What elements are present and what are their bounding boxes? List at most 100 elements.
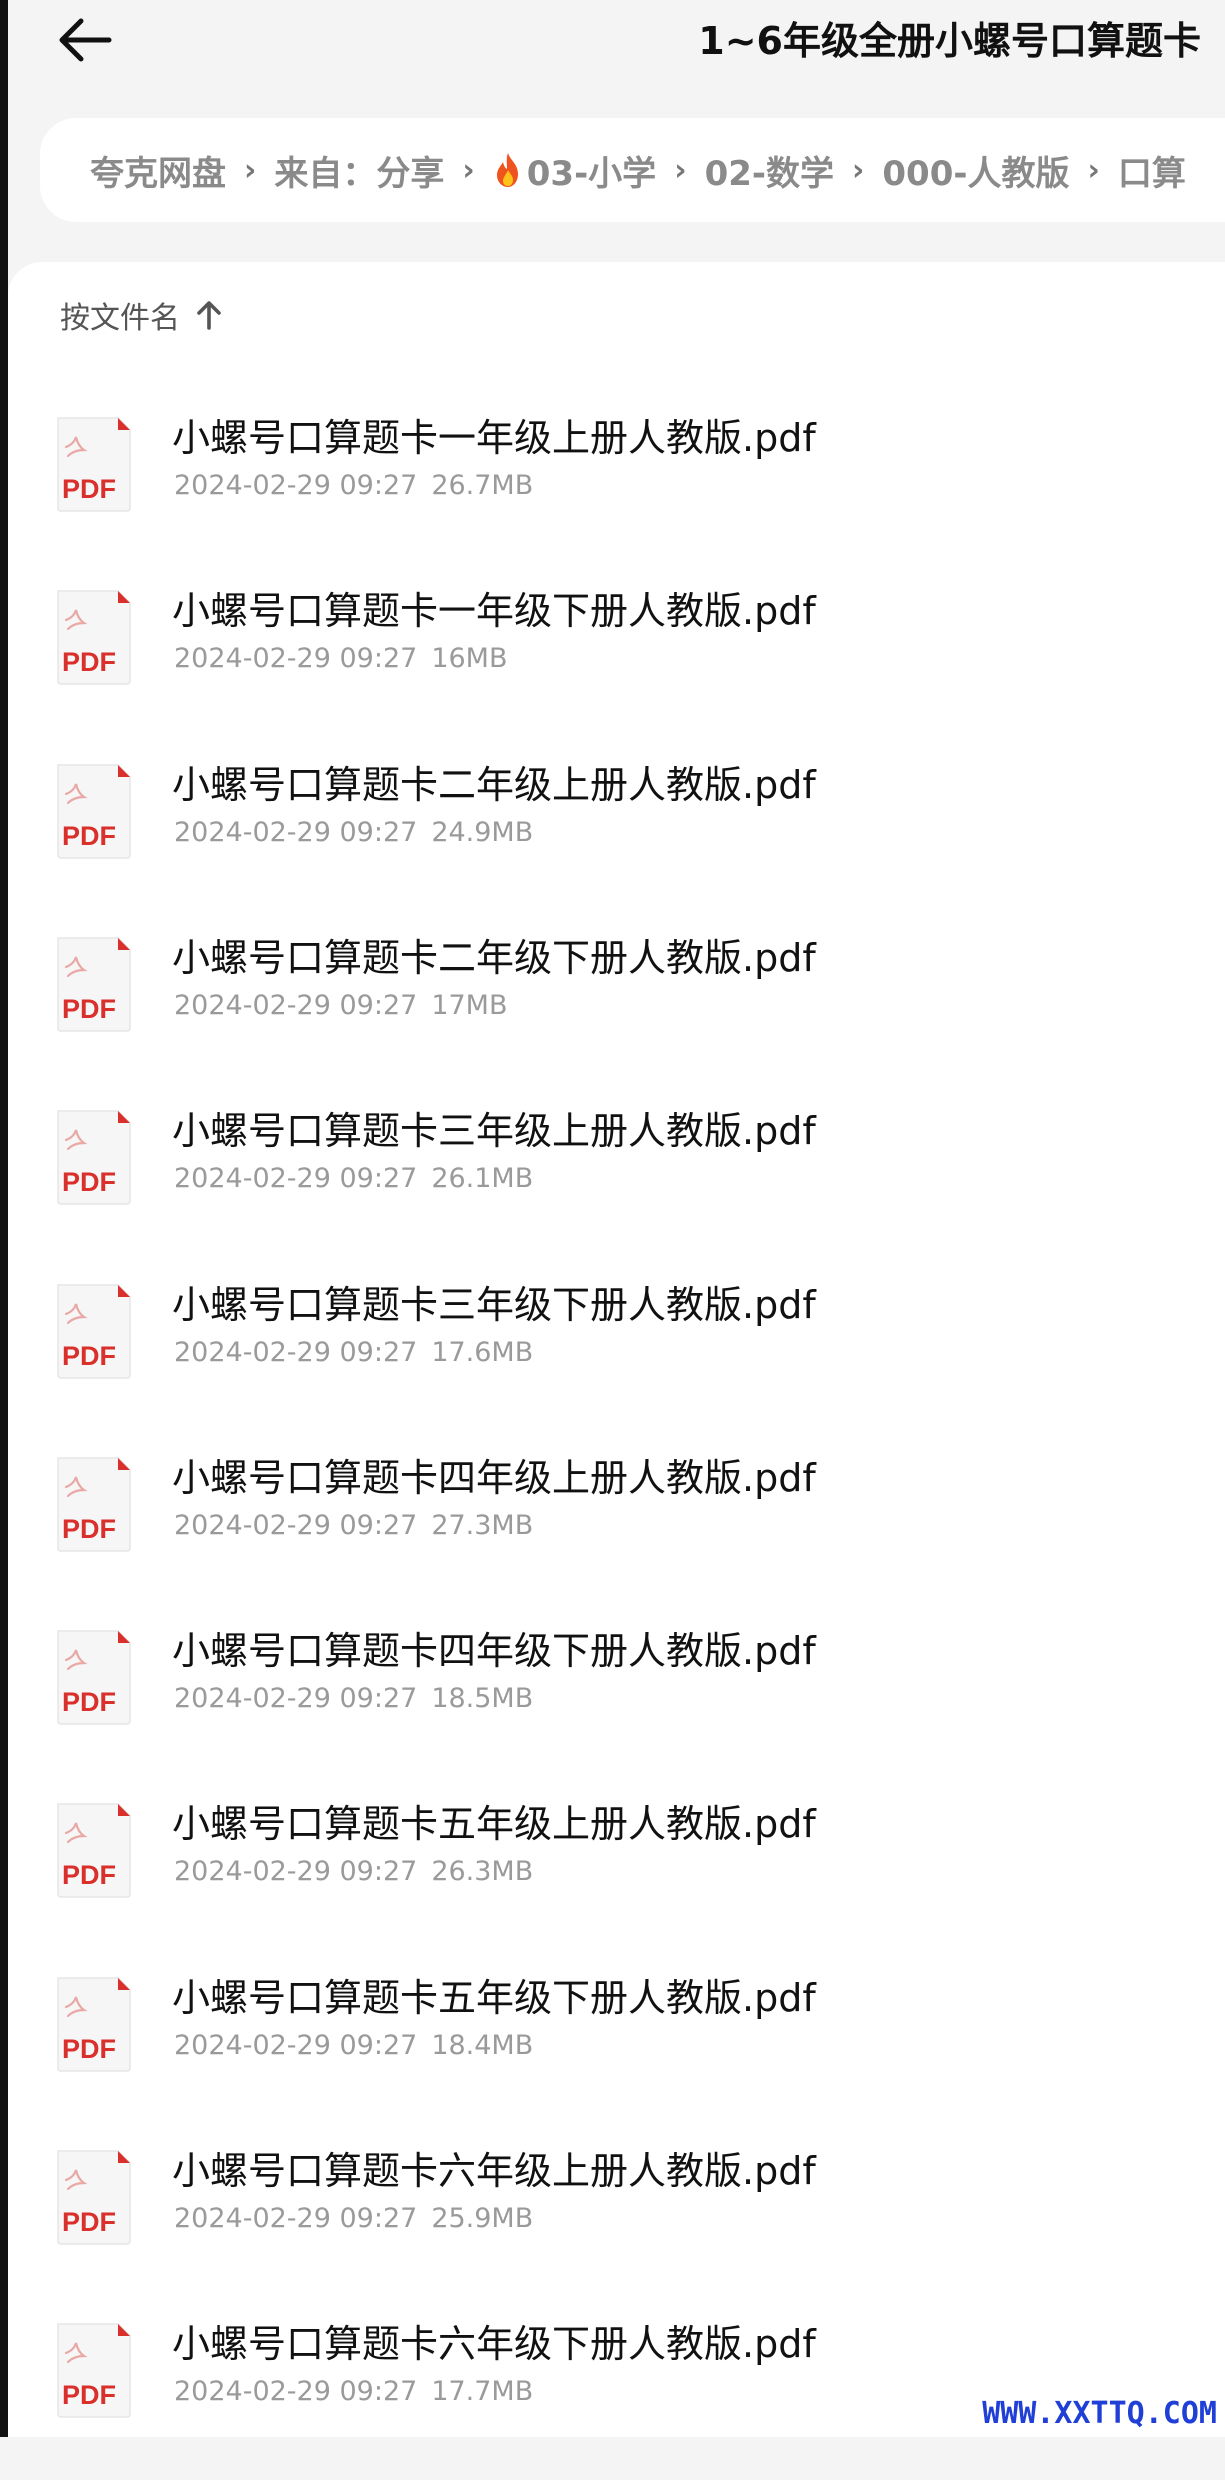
breadcrumb-item[interactable]: 口算	[1118, 146, 1186, 195]
file-size: 24.9MB	[431, 817, 534, 848]
file-name: 小螺号口算题卡五年级上册人教版.pdf	[172, 1802, 816, 1846]
file-date: 2024-02-29 09:27	[174, 1856, 418, 1887]
breadcrumb-label: 03-小学	[526, 153, 657, 194]
file-row[interactable]: PDF 小螺号口算题卡一年级上册人教版.pdf 2024-02-29 09:27 26…	[8, 414, 1225, 574]
file-name: 小螺号口算题卡一年级上册人教版.pdf	[172, 416, 816, 460]
breadcrumb-item[interactable]: 03-小学	[493, 146, 656, 195]
file-date: 2024-02-29 09:27	[174, 817, 418, 848]
pdf-file-icon: PDF	[52, 587, 136, 687]
file-date: 2024-02-29 09:27	[174, 1337, 418, 1368]
file-row[interactable]: PDF 小螺号口算题卡四年级上册人教版.pdf 2024-02-29 09:27 27…	[8, 1454, 1225, 1614]
breadcrumb-label: 000-人教版	[882, 153, 1070, 194]
breadcrumb-separator: ›	[1087, 152, 1100, 188]
pdf-file-icon: PDF	[52, 1107, 136, 1207]
file-row[interactable]: PDF 小螺号口算题卡一年级下册人教版.pdf 2024-02-29 09:27 16…	[8, 587, 1225, 747]
breadcrumb-separator: ›	[462, 152, 475, 188]
file-size: 17MB	[431, 990, 508, 1021]
breadcrumb-item[interactable]: 02-数学	[705, 146, 834, 195]
file-meta: 2024-02-29 09:27 27.3MB	[174, 1508, 533, 1544]
breadcrumb-label: 夸克网盘	[90, 153, 226, 194]
breadcrumb-item[interactable]: 来自：分享	[274, 146, 444, 195]
file-row[interactable]: PDF 小螺号口算题卡五年级下册人教版.pdf 2024-02-29 09:27 18…	[8, 1974, 1225, 2134]
file-row[interactable]: PDF 小螺号口算题卡五年级上册人教版.pdf 2024-02-29 09:27 26…	[8, 1800, 1225, 1960]
file-row[interactable]: PDF 小螺号口算题卡二年级下册人教版.pdf 2024-02-29 09:27 17…	[8, 934, 1225, 1094]
file-date: 2024-02-29 09:27	[174, 1683, 418, 1714]
pdf-label: PDF	[62, 647, 116, 677]
watermark: WWW.XXTTQ.COM	[982, 2396, 1217, 2431]
file-size: 16MB	[431, 643, 508, 674]
back-button[interactable]	[50, 8, 120, 72]
file-meta: 2024-02-29 09:27 18.4MB	[174, 2028, 533, 2064]
file-size: 27.3MB	[431, 1510, 534, 1541]
pdf-label: PDF	[62, 2380, 116, 2410]
file-meta: 2024-02-29 09:27 17.6MB	[174, 1335, 533, 1371]
pdf-label: PDF	[62, 1860, 116, 1890]
pdf-file-icon: PDF	[52, 1627, 136, 1727]
file-row[interactable]: PDF 小螺号口算题卡四年级下册人教版.pdf 2024-02-29 09:27 18…	[8, 1627, 1225, 1787]
arrow-up-icon	[197, 301, 221, 330]
breadcrumb-item[interactable]: 000-人教版	[882, 146, 1069, 195]
pdf-file-icon: PDF	[52, 934, 136, 1034]
file-name: 小螺号口算题卡二年级下册人教版.pdf	[172, 936, 816, 980]
file-meta: 2024-02-29 09:27 17MB	[174, 988, 508, 1024]
breadcrumb-label: 口算	[1117, 153, 1186, 194]
file-name: 小螺号口算题卡一年级下册人教版.pdf	[172, 589, 816, 633]
file-date: 2024-02-29 09:27	[174, 1163, 418, 1194]
file-meta: 2024-02-29 09:27 16MB	[174, 641, 508, 677]
file-meta: 2024-02-29 09:27 26.1MB	[174, 1161, 533, 1197]
screen-edge	[0, 0, 8, 2437]
file-name: 小螺号口算题卡三年级下册人教版.pdf	[172, 1283, 816, 1327]
top-bar: 1~6年级全册小螺号口算题卡	[8, 0, 1225, 110]
pdf-label: PDF	[62, 2034, 116, 2064]
sort-by-name-button[interactable]: 按文件名	[60, 290, 222, 340]
pdf-file-icon: PDF	[52, 761, 136, 861]
file-row[interactable]: PDF 小螺号口算题卡六年级上册人教版.pdf 2024-02-29 09:27 25…	[8, 2147, 1225, 2307]
file-name: 小螺号口算题卡四年级下册人教版.pdf	[172, 1629, 816, 1673]
file-meta: 2024-02-29 09:27 24.9MB	[174, 815, 533, 851]
file-meta: 2024-02-29 09:27 17.7MB	[174, 2374, 533, 2410]
file-date: 2024-02-29 09:27	[174, 2376, 418, 2407]
pdf-label: PDF	[62, 821, 116, 851]
file-name: 小螺号口算题卡三年级上册人教版.pdf	[172, 1109, 816, 1153]
fire-icon	[496, 153, 518, 187]
pdf-file-icon: PDF	[52, 1800, 136, 1900]
file-meta: 2024-02-29 09:27 26.7MB	[174, 468, 533, 504]
file-list-panel: 按文件名 PDF 小螺号口算题卡一年级上册人教版.pdf 2024-02-29 09…	[8, 262, 1225, 2437]
pdf-label: PDF	[62, 2207, 116, 2237]
pdf-label: PDF	[62, 994, 116, 1024]
breadcrumb-separator: ›	[674, 152, 687, 188]
file-name: 小螺号口算题卡五年级下册人教版.pdf	[172, 1976, 816, 2020]
breadcrumb: 夸克网盘 › 来自：分享 › 03-小学 › 02-数学 › 000-人教版 › 口算	[40, 118, 1225, 222]
pdf-label: PDF	[62, 1687, 116, 1717]
file-name: 小螺号口算题卡四年级上册人教版.pdf	[172, 1456, 816, 1500]
breadcrumb-separator: ›	[244, 152, 257, 188]
file-date: 2024-02-29 09:27	[174, 1510, 418, 1541]
file-meta: 2024-02-29 09:27 18.5MB	[174, 1681, 533, 1717]
file-date: 2024-02-29 09:27	[174, 990, 418, 1021]
breadcrumb-separator: ›	[852, 152, 865, 188]
file-size: 26.7MB	[431, 470, 534, 501]
file-size: 26.3MB	[431, 1856, 534, 1887]
breadcrumb-track: 夸克网盘 › 来自：分享 › 03-小学 › 02-数学 › 000-人教版 › 口算	[90, 118, 1186, 222]
file-name: 小螺号口算题卡六年级下册人教版.pdf	[172, 2322, 816, 2366]
breadcrumb-item[interactable]: 夸克网盘	[90, 146, 226, 195]
file-name: 小螺号口算题卡二年级上册人教版.pdf	[172, 763, 816, 807]
pdf-file-icon: PDF	[52, 2320, 136, 2420]
file-row[interactable]: PDF 小螺号口算题卡三年级上册人教版.pdf 2024-02-29 09:27 26…	[8, 1107, 1225, 1267]
pdf-label: PDF	[62, 1514, 116, 1544]
file-size: 17.6MB	[431, 1337, 534, 1368]
file-size: 17.7MB	[431, 2376, 534, 2407]
pdf-label: PDF	[62, 474, 116, 504]
pdf-file-icon: PDF	[52, 1974, 136, 2074]
file-size: 18.4MB	[431, 2030, 534, 2061]
file-size: 26.1MB	[431, 1163, 534, 1194]
pdf-file-icon: PDF	[52, 414, 136, 514]
file-date: 2024-02-29 09:27	[174, 2203, 418, 2234]
pdf-file-icon: PDF	[52, 1281, 136, 1381]
file-meta: 2024-02-29 09:27 26.3MB	[174, 1854, 533, 1890]
pdf-file-icon: PDF	[52, 1454, 136, 1554]
file-name: 小螺号口算题卡六年级上册人教版.pdf	[172, 2149, 816, 2193]
page-title: 1~6年级全册小螺号口算题卡	[698, 19, 1201, 63]
file-row[interactable]: PDF 小螺号口算题卡三年级下册人教版.pdf 2024-02-29 09:27 17…	[8, 1281, 1225, 1441]
file-row[interactable]: PDF 小螺号口算题卡二年级上册人教版.pdf 2024-02-29 09:27 24…	[8, 761, 1225, 921]
